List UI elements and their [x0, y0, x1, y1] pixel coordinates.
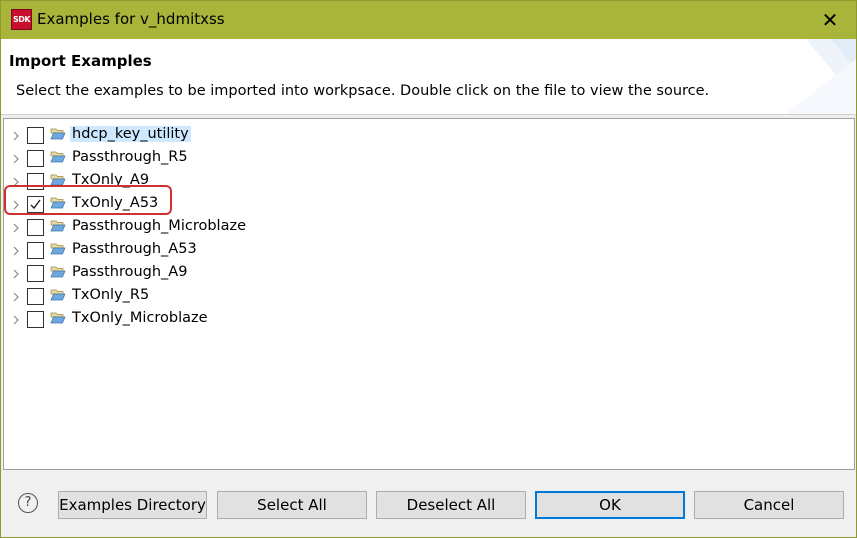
tree-item-checkbox[interactable]	[27, 127, 44, 144]
tree-item-label: TxOnly_A53	[72, 195, 159, 211]
tree-item[interactable]: Passthrough_R5	[4, 147, 844, 170]
header-description: Select the examples to be imported into …	[16, 83, 710, 99]
ok-button[interactable]: OK	[535, 491, 685, 519]
tree-item-checkbox[interactable]	[27, 173, 44, 190]
tree-item-label: hdcp_key_utility	[70, 126, 191, 142]
tree-item-checkbox[interactable]	[27, 242, 44, 259]
dialog-header: Import Examples Select the examples to b…	[1, 39, 856, 115]
folder-open-icon	[50, 151, 66, 163]
folder-open-icon	[50, 174, 66, 186]
tree-item[interactable]: Passthrough_A53	[4, 239, 844, 262]
checkmark-icon	[30, 199, 41, 210]
chevron-right-icon[interactable]	[9, 265, 23, 282]
tree-item[interactable]: Passthrough_A9	[4, 262, 844, 285]
tree-item-checkbox[interactable]	[27, 196, 44, 213]
cancel-button[interactable]: Cancel	[694, 491, 844, 519]
examples-directory-button[interactable]: Examples Directory	[58, 491, 207, 519]
tree-item-label: Passthrough_A9	[72, 264, 188, 280]
chevron-right-icon[interactable]	[9, 127, 23, 144]
header-title: Import Examples	[9, 52, 152, 70]
dialog-window: SDK Examples for v_hdmitxss ✕ Import Exa…	[0, 0, 857, 538]
folder-open-icon	[50, 243, 66, 255]
tree-item[interactable]: TxOnly_A9	[4, 170, 844, 193]
tree-item-checkbox[interactable]	[27, 150, 44, 167]
tree-item[interactable]: TxOnly_R5	[4, 285, 844, 308]
tree-item-label: TxOnly_A9	[72, 172, 150, 188]
tree-item-checkbox[interactable]	[27, 288, 44, 305]
window-title: Examples for v_hdmitxss	[37, 10, 225, 28]
tree-item-label: TxOnly_Microblaze	[72, 310, 208, 326]
tree-item-checkbox[interactable]	[27, 219, 44, 236]
title-bar: SDK Examples for v_hdmitxss ✕	[1, 1, 856, 39]
tree-item-checkbox[interactable]	[27, 265, 44, 282]
sdk-app-icon: SDK	[11, 9, 32, 30]
close-button[interactable]: ✕	[810, 6, 850, 34]
folder-open-icon	[50, 266, 66, 278]
folder-open-icon	[50, 220, 66, 232]
help-icon[interactable]: ?	[18, 493, 38, 513]
chevron-right-icon[interactable]	[9, 150, 23, 167]
chevron-right-icon[interactable]	[9, 311, 23, 328]
chevron-right-icon[interactable]	[9, 219, 23, 236]
chevron-right-icon[interactable]	[9, 173, 23, 190]
tree-item-label: TxOnly_R5	[72, 287, 150, 303]
tree-item-checkbox[interactable]	[27, 311, 44, 328]
tree-item-label: Passthrough_R5	[72, 149, 188, 165]
chevron-right-icon[interactable]	[9, 288, 23, 305]
close-icon: ✕	[821, 8, 839, 32]
examples-tree[interactable]: hdcp_key_utility Passthrough_R5 TxOnly_A9 T…	[3, 118, 855, 470]
deselect-all-button[interactable]: Deselect All	[376, 491, 526, 519]
tree-item-label: Passthrough_A53	[72, 241, 197, 257]
dialog-footer: ? Examples Directory Select All Deselect…	[1, 471, 856, 537]
tree-item[interactable]: TxOnly_A53	[4, 193, 844, 216]
tree-item[interactable]: hdcp_key_utility	[4, 124, 844, 147]
tree-item[interactable]: Passthrough_Microblaze	[4, 216, 844, 239]
header-decoration	[786, 39, 856, 114]
tree-item-label: Passthrough_Microblaze	[72, 218, 246, 234]
folder-open-icon	[50, 128, 66, 140]
chevron-right-icon[interactable]	[9, 242, 23, 259]
select-all-button[interactable]: Select All	[217, 491, 367, 519]
folder-open-icon	[50, 289, 66, 301]
folder-open-icon	[50, 197, 66, 209]
tree-item[interactable]: TxOnly_Microblaze	[4, 308, 844, 331]
chevron-right-icon[interactable]	[9, 196, 23, 213]
folder-open-icon	[50, 312, 66, 324]
